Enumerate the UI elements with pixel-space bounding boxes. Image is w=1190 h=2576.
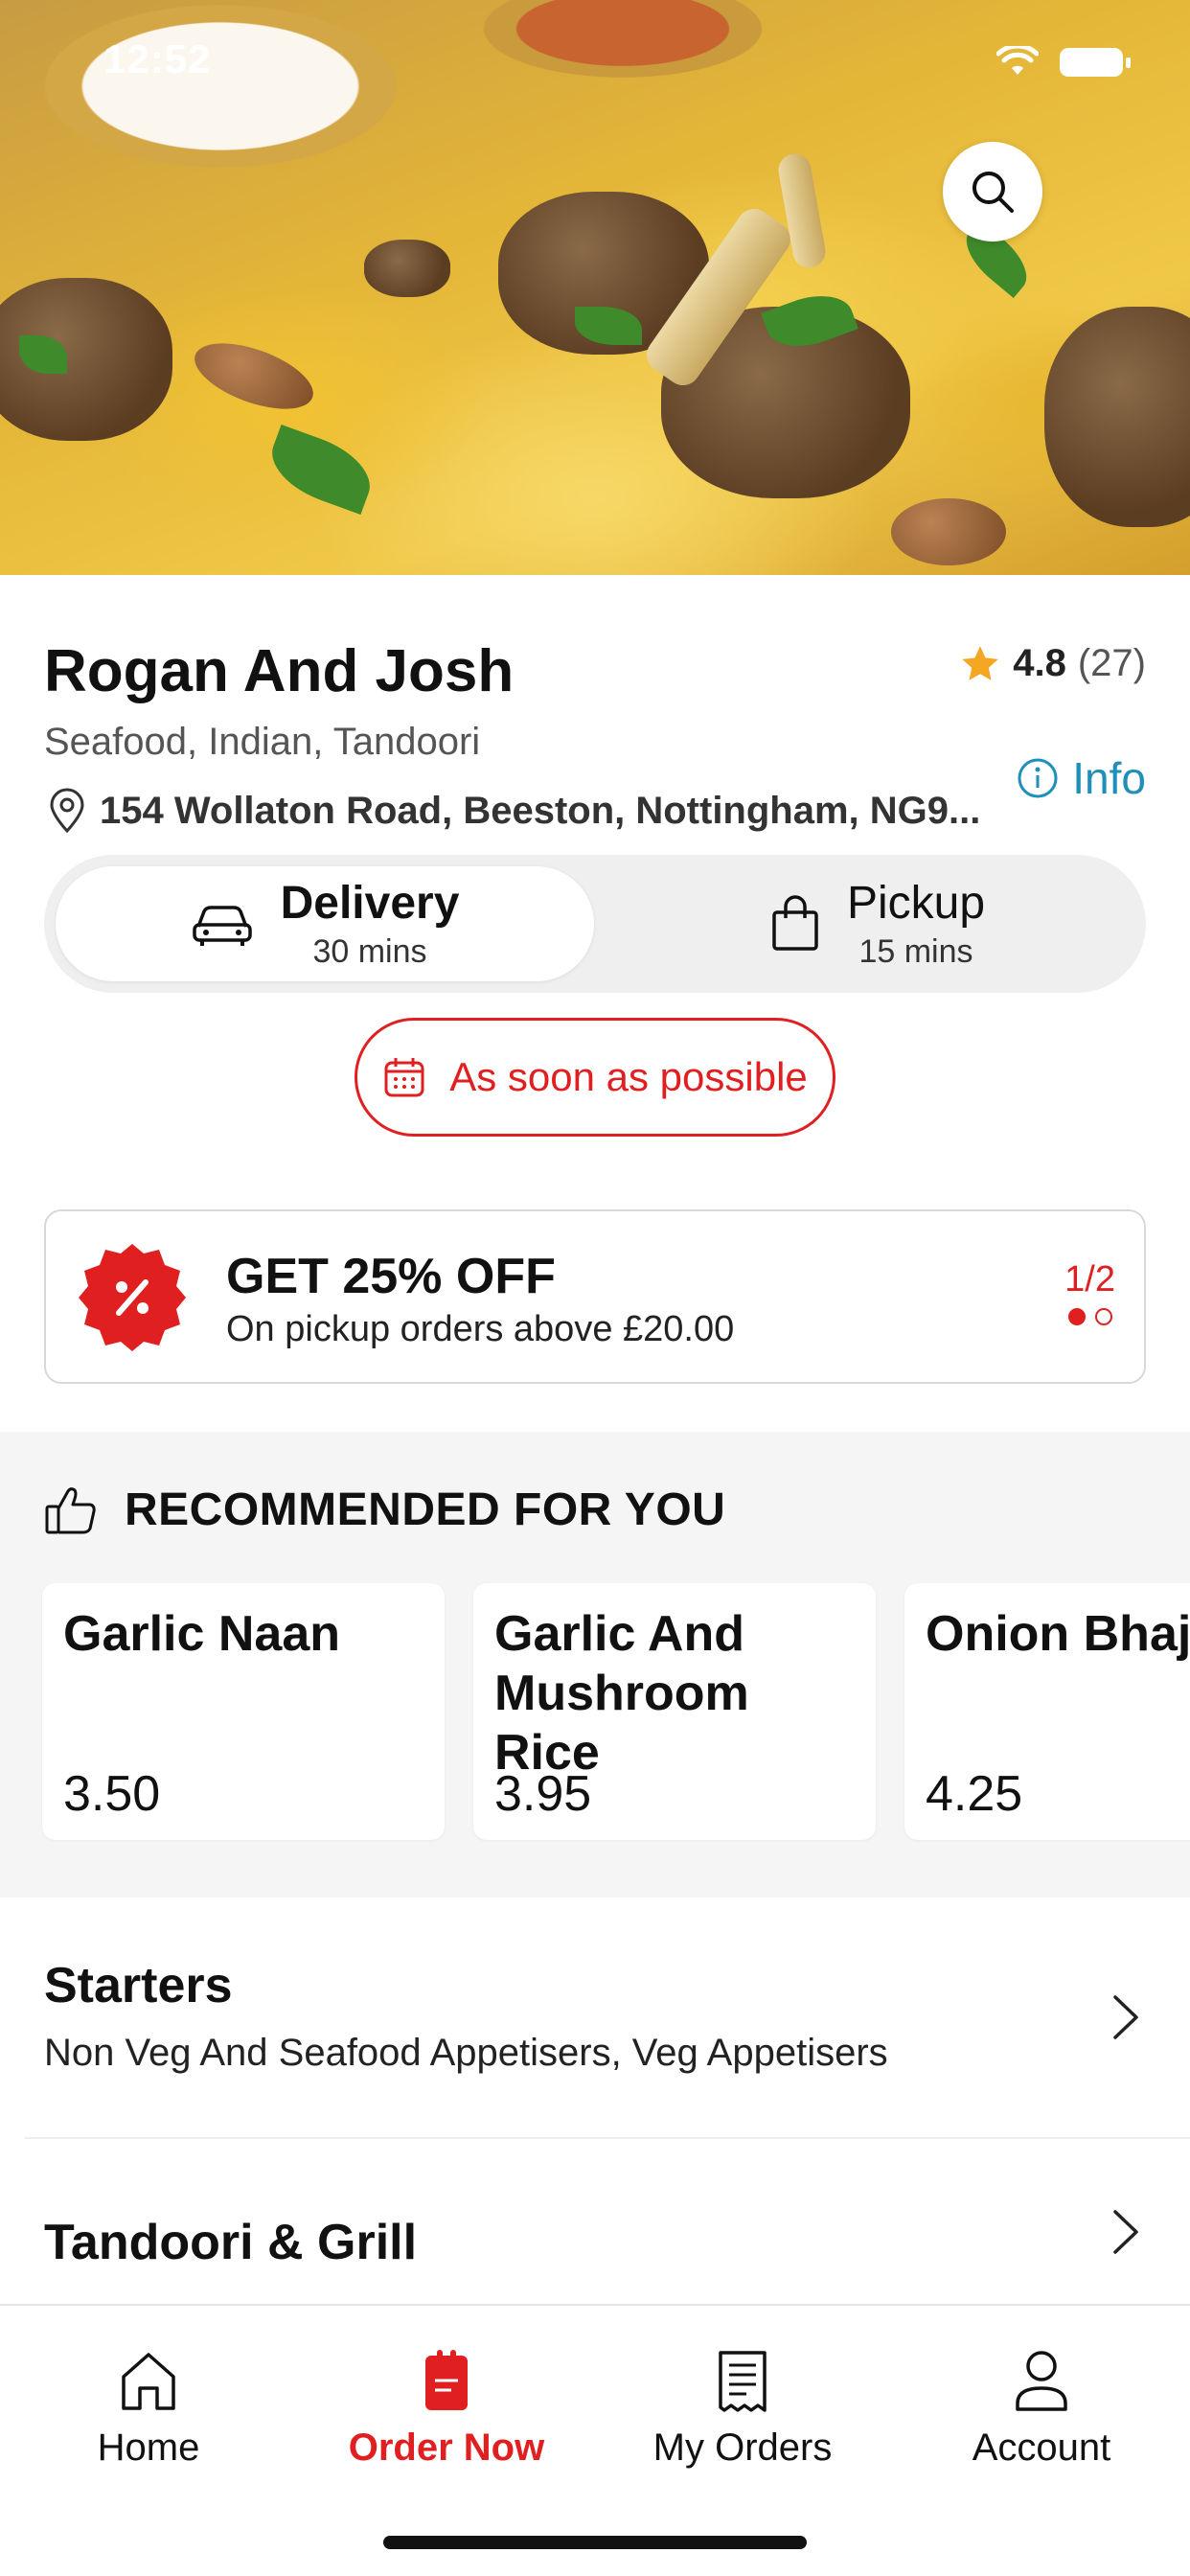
divider bbox=[25, 2137, 1190, 2139]
delivery-label: Delivery bbox=[280, 878, 460, 929]
item-price: 4.25 bbox=[926, 1766, 1023, 1822]
recommended-item-card[interactable]: Onion Bhaji 4.25 bbox=[904, 1583, 1190, 1840]
category-description: Non Veg And Seafood Appetisers, Veg Appe… bbox=[44, 2032, 888, 2074]
schedule-label: As soon as possible bbox=[449, 1054, 808, 1099]
location-pin-icon bbox=[50, 788, 84, 834]
recommended-heading: RECOMMENDED FOR YOU bbox=[125, 1484, 726, 1535]
pager-dot-active[interactable] bbox=[1067, 1308, 1086, 1325]
tab-my-orders[interactable]: My Orders bbox=[618, 2350, 867, 2470]
tab-label: My Orders bbox=[652, 2426, 833, 2469]
schedule-button[interactable]: As soon as possible bbox=[355, 1018, 835, 1137]
chevron-right-icon bbox=[1113, 2210, 1138, 2254]
offer-pager: 1/2 bbox=[1064, 1259, 1115, 1325]
delivery-option[interactable]: Delivery 30 mins bbox=[56, 866, 594, 981]
status-time: 12:52 bbox=[103, 36, 212, 81]
person-icon bbox=[1016, 2351, 1067, 2411]
order-icon bbox=[425, 2350, 468, 2410]
order-mode-toggle: Delivery 30 mins Pickup 15 mins bbox=[44, 855, 1146, 993]
star-icon bbox=[962, 645, 998, 680]
rating-score: 4.8 bbox=[1013, 642, 1066, 684]
info-label: Info bbox=[1072, 753, 1146, 803]
wifi-icon bbox=[996, 46, 1039, 75]
cuisine-tags: Seafood, Indian, Tandoori bbox=[44, 721, 481, 763]
offer-banner[interactable]: GET 25% OFF On pickup orders above £20.0… bbox=[44, 1209, 1146, 1384]
tab-label: Home bbox=[97, 2426, 200, 2469]
recommended-item-card[interactable]: Garlic And Mushroom Rice 3.95 bbox=[473, 1583, 876, 1840]
category-name: Tandoori & Grill bbox=[44, 2215, 418, 2270]
tab-order-now[interactable]: Order Now bbox=[322, 2350, 571, 2470]
offer-subtitle: On pickup orders above £20.00 bbox=[226, 1309, 735, 1349]
search-icon bbox=[973, 172, 1014, 213]
recommended-item-card[interactable]: Garlic Naan 3.50 bbox=[42, 1583, 445, 1840]
tab-account[interactable]: Account bbox=[917, 2350, 1166, 2470]
tab-label: Order Now bbox=[348, 2426, 545, 2469]
status-icons bbox=[996, 46, 1131, 79]
info-link[interactable]: Info bbox=[1017, 752, 1146, 804]
restaurant-name: Rogan And Josh bbox=[44, 638, 515, 704]
delivery-time: 30 mins bbox=[312, 933, 427, 970]
discount-badge-icon bbox=[79, 1244, 186, 1351]
hero-food-image bbox=[0, 0, 1190, 575]
item-name: Onion Bhaji bbox=[926, 1606, 1190, 1662]
car-icon bbox=[192, 906, 252, 946]
category-row-starters[interactable]: Starters Non Veg And Seafood Appetisers,… bbox=[0, 1936, 1190, 2128]
tab-label: Account bbox=[972, 2426, 1111, 2469]
shopping-bag-icon bbox=[772, 895, 818, 951]
tab-home[interactable]: Home bbox=[24, 2350, 273, 2470]
rating-count: (27) bbox=[1077, 642, 1146, 684]
pager-dot[interactable] bbox=[1094, 1308, 1112, 1325]
offer-title: GET 25% OFF bbox=[226, 1249, 556, 1304]
pickup-label: Pickup bbox=[846, 878, 986, 929]
item-price: 3.95 bbox=[494, 1766, 592, 1822]
receipt-icon bbox=[719, 2351, 767, 2412]
category-row-tandoori-grill[interactable]: Tandoori & Grill bbox=[0, 2147, 1190, 2304]
info-icon bbox=[1018, 758, 1058, 798]
pickup-time: 15 mins bbox=[858, 933, 973, 970]
item-name: Garlic And Mushroom Rice bbox=[494, 1606, 749, 1781]
category-name: Starters bbox=[44, 1958, 233, 2013]
search-button[interactable] bbox=[943, 142, 1042, 242]
item-name: Garlic Naan bbox=[63, 1606, 341, 1662]
offer-pager-text: 1/2 bbox=[1064, 1259, 1115, 1300]
item-price: 3.50 bbox=[63, 1766, 161, 1822]
address-text: 154 Wollaton Road, Beeston, Nottingham, … bbox=[100, 789, 981, 832]
calendar-icon bbox=[384, 1058, 424, 1097]
thumbs-up-icon bbox=[45, 1486, 96, 1533]
chevron-right-icon bbox=[1113, 1995, 1138, 2039]
restaurant-address: 154 Wollaton Road, Beeston, Nottingham, … bbox=[48, 788, 980, 834]
home-indicator[interactable] bbox=[383, 2536, 807, 2549]
recommended-section: RECOMMENDED FOR YOU Garlic Naan 3.50 Gar… bbox=[0, 1432, 1190, 1898]
battery-icon bbox=[1060, 48, 1131, 77]
rating: 4.8 (27) bbox=[959, 642, 1146, 685]
home-icon bbox=[122, 2353, 175, 2410]
pickup-option[interactable]: Pickup 15 mins bbox=[619, 866, 1136, 981]
